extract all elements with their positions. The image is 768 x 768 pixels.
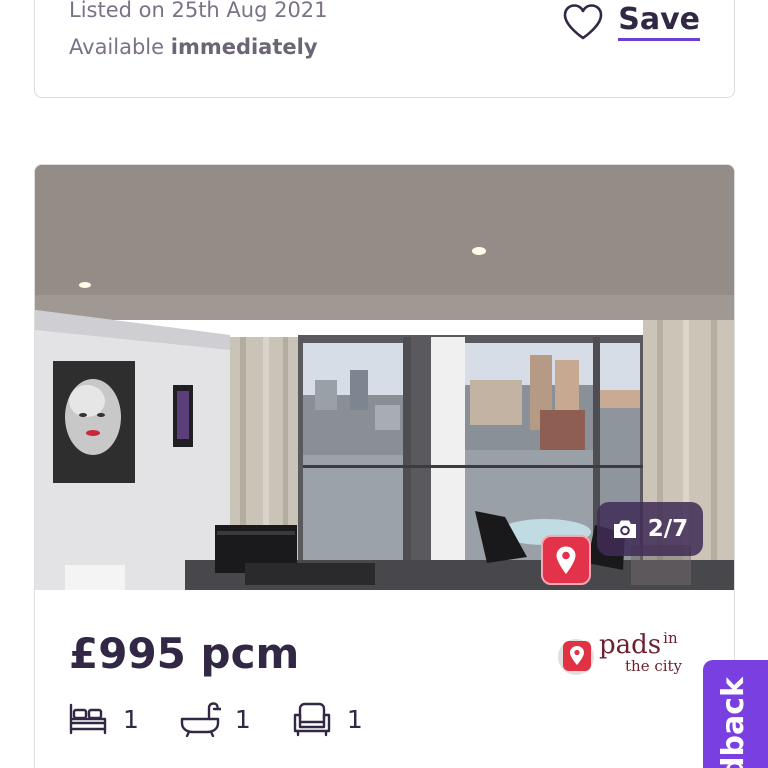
availability: Available immediately (69, 35, 318, 59)
feature-reception-rooms: 1 (291, 701, 363, 737)
listing-photo[interactable]: 2/7 (35, 165, 734, 590)
property-features: 1 1 1 (67, 701, 403, 737)
availability-value: immediately (170, 35, 318, 59)
heart-icon (563, 4, 603, 40)
bath-icon (180, 702, 221, 737)
reception-room-count: 1 (346, 704, 363, 734)
photo-counter-text: 2/7 (647, 516, 689, 542)
map-pin-icon (556, 546, 576, 574)
agent-logo-name: pads in (599, 629, 678, 660)
feature-bathrooms: 1 (179, 701, 251, 737)
bathroom-count: 1 (234, 704, 251, 734)
photo-counter[interactable]: 2/7 (597, 502, 703, 556)
agent-logo-pin-icon (558, 639, 594, 675)
save-button[interactable]: Save (562, 3, 700, 41)
listing-card-previous: Listed on 25th Aug 2021 Available immedi… (34, 0, 735, 98)
agent-logo-subtitle: the city (625, 657, 683, 675)
bedroom-count: 1 (123, 704, 139, 734)
map-pin-button[interactable] (541, 535, 591, 585)
agent-logo: pads in the city (557, 629, 697, 681)
save-label: Save (618, 3, 700, 41)
feature-bedrooms: 1 (67, 701, 139, 737)
listing-price: £995 pcm (69, 629, 300, 678)
armchair-icon (293, 702, 331, 737)
bed-icon (69, 703, 107, 735)
camera-icon (613, 520, 636, 538)
feedback-label: dback (716, 677, 751, 768)
listed-date: Listed on 25th Aug 2021 (69, 0, 328, 22)
availability-label: Available (69, 35, 165, 59)
feedback-tab[interactable]: dback (703, 660, 768, 768)
listing-card[interactable]: 2/7 £995 pcm pads in the city 1 1 1 (34, 164, 735, 768)
